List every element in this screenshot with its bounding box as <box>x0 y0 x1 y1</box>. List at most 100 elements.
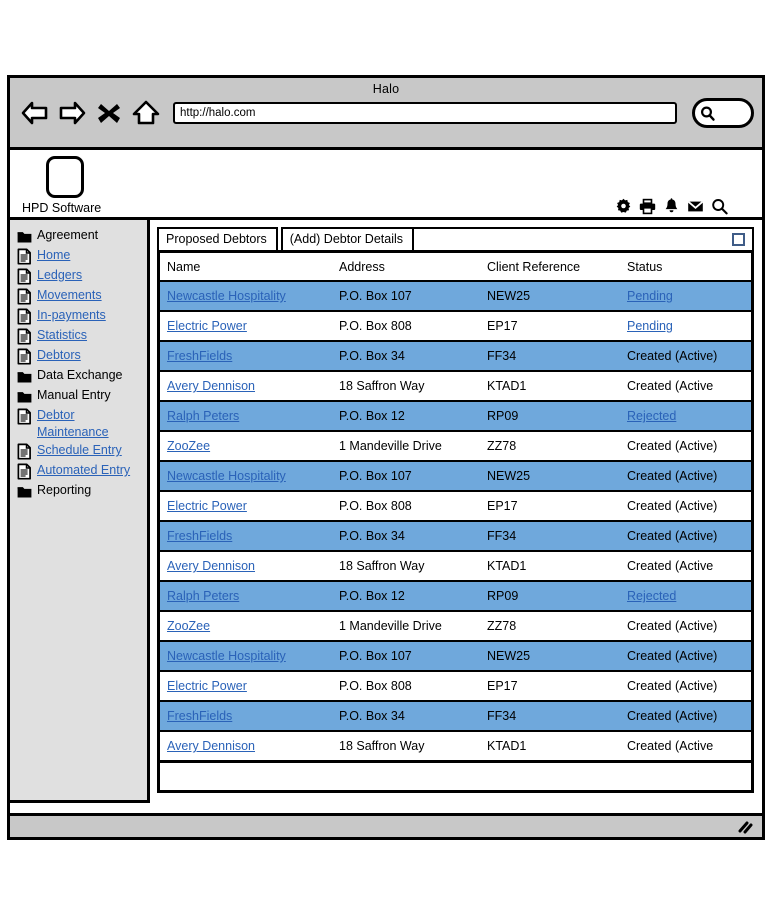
table-row[interactable]: FreshFields P.O. Box 34 FF34 Created (Activ… <box>160 521 751 551</box>
tab-strip-filler <box>414 227 754 250</box>
app-header: HPD Software <box>10 150 762 220</box>
table-row[interactable]: Electric Power P.O. Box 808 EP17 Pending <box>160 311 751 341</box>
sidebar-item-automated-entry[interactable]: Automated Entry <box>10 461 147 481</box>
cell-status: Created (Active <box>627 739 714 753</box>
browser-nav-row: http://halo.com <box>10 96 762 128</box>
sidebar-item-label: Manual Entry <box>37 388 111 402</box>
table-row[interactable]: Ralph Peters P.O. Box 12 RP09 Rejected <box>160 401 751 431</box>
bell-icon[interactable] <box>663 198 680 215</box>
document-icon <box>17 348 31 365</box>
status-link[interactable]: Pending <box>627 289 673 303</box>
browser-title: Halo <box>372 82 400 96</box>
cell-status: Rejected <box>620 581 751 611</box>
sidebar-item-in-payments[interactable]: In-payments <box>10 306 147 326</box>
sidebar-item-label: Home <box>37 248 71 262</box>
back-icon[interactable] <box>20 99 50 127</box>
select-all-checkbox[interactable] <box>732 233 745 246</box>
browser-search-button[interactable] <box>692 98 754 128</box>
sidebar-item-statistics[interactable]: Statistics <box>10 326 147 346</box>
cell-name: Electric Power <box>160 491 332 521</box>
table-row[interactable]: Avery Dennison 18 Saffron Way KTAD1 Created… <box>160 551 751 581</box>
debtor-name-link[interactable]: FreshFields <box>167 349 232 363</box>
cell-client-reference: RP09 <box>487 589 519 603</box>
debtor-name-link[interactable]: Electric Power <box>167 499 247 513</box>
table-row[interactable]: Electric Power P.O. Box 808 EP17 Created (A… <box>160 491 751 521</box>
stop-icon[interactable] <box>94 99 124 127</box>
sidebar-item-debtor-maintenance[interactable]: Debtor Maintenance <box>10 406 147 441</box>
cell-address: P.O. Box 34 <box>339 349 405 363</box>
forward-icon[interactable] <box>57 99 87 127</box>
column-header-address[interactable]: Address <box>332 253 480 282</box>
sidebar-item-schedule-entry[interactable]: Schedule Entry <box>10 441 147 461</box>
column-header-name[interactable]: Name <box>160 253 332 282</box>
debtor-name-link[interactable]: FreshFields <box>167 529 232 543</box>
debtor-name-link[interactable]: Newcastle Hospitality <box>167 649 286 663</box>
document-icon <box>17 248 31 265</box>
debtor-name-link[interactable]: Avery Dennison <box>167 739 255 753</box>
table-row[interactable]: Newcastle Hospitality P.O. Box 107 NEW25 Cr… <box>160 461 751 491</box>
sidebar-item-home[interactable]: Home <box>10 246 147 266</box>
sidebar-item-manual-entry: Manual Entry <box>10 386 147 406</box>
debtor-name-link[interactable]: FreshFields <box>167 709 232 723</box>
cell-status: Created (Active) <box>627 439 718 453</box>
cell-client-reference: NEW25 <box>487 469 531 483</box>
sidebar-item-debtors[interactable]: Debtors <box>10 346 147 366</box>
status-link[interactable]: Rejected <box>627 589 676 603</box>
document-icon <box>17 463 31 480</box>
status-link[interactable]: Rejected <box>627 409 676 423</box>
cell-address: P.O. Box 107 <box>339 649 412 663</box>
cell-address: 18 Saffron Way <box>339 739 425 753</box>
sidebar-item-label: Reporting <box>37 483 92 498</box>
cell-status: Created (Active <box>627 379 714 393</box>
cell-status: Created (Active <box>627 559 714 573</box>
column-header-status[interactable]: Status <box>620 253 751 282</box>
debtor-name-link[interactable]: ZooZee <box>167 619 210 633</box>
table-row[interactable]: Avery Dennison 18 Saffron Way KTAD1 Created… <box>160 731 751 761</box>
printer-icon[interactable] <box>639 198 656 215</box>
column-header-client-reference[interactable]: Client Reference <box>480 253 620 282</box>
table-row[interactable]: Electric Power P.O. Box 808 EP17 Created (A… <box>160 671 751 701</box>
debtor-name-link[interactable]: Electric Power <box>167 319 247 333</box>
envelope-icon[interactable] <box>687 198 704 215</box>
status-link[interactable]: Pending <box>627 319 673 333</box>
cell-address: P.O. Box 34 <box>339 709 405 723</box>
tab-proposed-debtors[interactable]: Proposed Debtors <box>157 227 278 250</box>
table-row[interactable]: Ralph Peters P.O. Box 12 RP09 Rejected <box>160 581 751 611</box>
sidebar-item-movements[interactable]: Movements <box>10 286 147 306</box>
debtor-name-link[interactable]: ZooZee <box>167 439 210 453</box>
tab-add-debtor-details[interactable]: (Add) Debtor Details <box>280 227 415 250</box>
debtor-name-link[interactable]: Newcastle Hospitality <box>167 469 286 483</box>
url-input[interactable]: http://halo.com <box>173 102 677 124</box>
cell-name: Electric Power <box>160 671 332 701</box>
table-row[interactable]: Avery Dennison 18 Saffron Way KTAD1 Created… <box>160 371 751 401</box>
debtor-name-link[interactable]: Avery Dennison <box>167 559 255 573</box>
home-icon[interactable] <box>131 99 161 127</box>
debtor-name-link[interactable]: Newcastle Hospitality <box>167 289 286 303</box>
sidebar-item-ledgers[interactable]: Ledgers <box>10 266 147 286</box>
table-row[interactable]: ZooZee 1 Mandeville Drive ZZ78 Created (Act… <box>160 431 751 461</box>
debtor-name-link[interactable]: Electric Power <box>167 679 247 693</box>
cell-name: FreshFields <box>160 701 332 731</box>
cell-address: P.O. Box 34 <box>339 529 405 543</box>
table-row[interactable]: ZooZee 1 Mandeville Drive ZZ78 Created (Act… <box>160 611 751 641</box>
debtor-name-link[interactable]: Avery Dennison <box>167 379 255 393</box>
cell-status: Pending <box>620 311 751 341</box>
cell-client-reference: EP17 <box>487 319 518 333</box>
table-row[interactable]: FreshFields P.O. Box 34 FF34 Created (Activ… <box>160 341 751 371</box>
gear-icon[interactable] <box>615 198 632 215</box>
table-row[interactable]: FreshFields P.O. Box 34 FF34 Created (Activ… <box>160 701 751 731</box>
debtor-name-link[interactable]: Ralph Peters <box>167 589 239 603</box>
cell-name: FreshFields <box>160 341 332 371</box>
search-icon[interactable] <box>711 198 728 215</box>
debtor-name-link[interactable]: Ralph Peters <box>167 409 239 423</box>
cell-name: ZooZee <box>160 611 332 641</box>
sidebar-item-label: Debtors <box>37 348 81 362</box>
app-body: Agreement Home Ledgers Movements In-payments… <box>10 220 762 813</box>
table-row[interactable]: Newcastle Hospitality P.O. Box 107 NEW25 Cr… <box>160 641 751 671</box>
cell-status: Created (Active) <box>627 679 718 693</box>
resize-grip-icon[interactable] <box>736 820 754 834</box>
cell-name: Ralph Peters <box>160 581 332 611</box>
cell-client-reference: EP17 <box>487 679 518 693</box>
table-row[interactable]: Newcastle Hospitality P.O. Box 107 NEW25 Pe… <box>160 281 751 311</box>
cell-client-reference: FF34 <box>487 349 517 363</box>
